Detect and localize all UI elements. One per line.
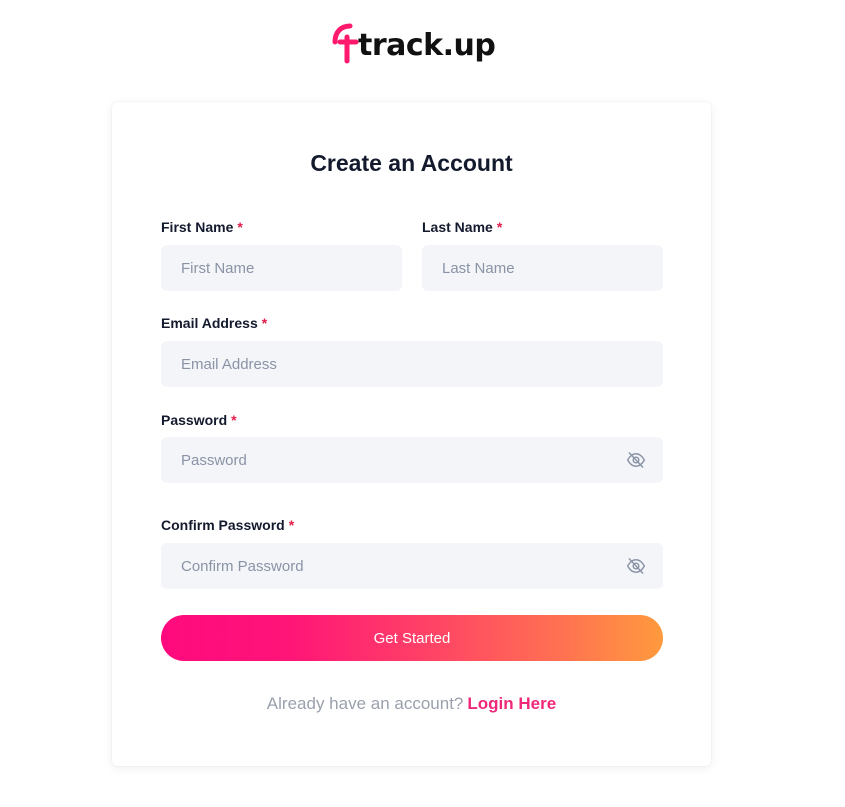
eye-off-icon[interactable]: [626, 556, 646, 576]
first-name-field: [161, 245, 402, 291]
confirm-password-input[interactable]: [161, 543, 663, 589]
required-marker: *: [288, 517, 295, 533]
confirm-password-field: [161, 543, 663, 589]
required-marker: *: [237, 219, 243, 235]
brand-logo: track.up: [332, 18, 496, 66]
login-prompt-text: Already have an account?: [266, 694, 464, 713]
last-name-input[interactable]: [422, 245, 663, 291]
login-prompt: Already have an account? Login Here: [112, 694, 711, 714]
password-label: Password *: [161, 412, 237, 428]
password-label-text: Password: [161, 412, 228, 428]
email-label-text: Email Address: [161, 315, 258, 331]
password-field: [161, 437, 663, 483]
last-name-label-text: Last Name: [422, 219, 493, 235]
logo-mark-icon: [332, 23, 359, 64]
last-name-label: Last Name *: [422, 219, 502, 235]
required-marker: *: [496, 219, 503, 235]
last-name-field: [422, 245, 663, 291]
confirm-password-label: Confirm Password *: [161, 517, 294, 533]
required-marker: *: [261, 315, 268, 331]
confirm-password-label-text: Confirm Password: [161, 517, 285, 533]
first-name-input[interactable]: [161, 245, 402, 291]
email-input[interactable]: [161, 341, 663, 387]
first-name-label: First Name *: [161, 219, 243, 235]
signup-card: Create an Account First Name* Last Name*…: [112, 102, 711, 766]
password-input[interactable]: [161, 437, 663, 483]
email-label: Email Address *: [161, 315, 267, 331]
email-field: [161, 341, 663, 387]
logo-text: track.up: [358, 28, 496, 63]
page-title: Create an Account: [310, 150, 513, 176]
login-link[interactable]: Login Here: [467, 694, 556, 713]
get-started-button[interactable]: Get Started: [161, 615, 663, 661]
eye-off-icon[interactable]: [626, 450, 646, 470]
first-name-label-text: First Name: [161, 219, 234, 235]
required-marker: *: [231, 412, 237, 428]
